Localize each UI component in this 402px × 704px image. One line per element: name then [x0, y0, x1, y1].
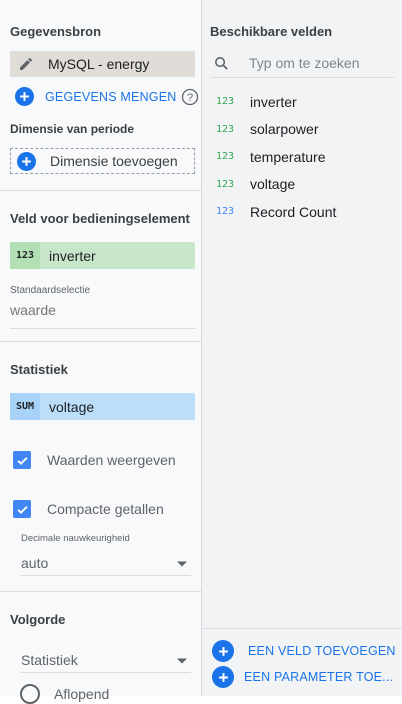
- data-source-name: MySQL - energy: [48, 56, 150, 72]
- aggregation-badge[interactable]: SUM: [10, 393, 40, 420]
- available-field-name: voltage: [250, 176, 296, 193]
- check-icon: [13, 451, 31, 469]
- add-dimension-button[interactable]: Dimensie toevoegen: [10, 148, 195, 174]
- period-dimension-title: Dimensie van periode: [10, 122, 135, 136]
- divider: [0, 190, 201, 191]
- number-type-icon: 123: [216, 178, 235, 190]
- show-values-label: Waarden weergeven: [47, 452, 176, 468]
- divider: [0, 591, 201, 592]
- decimal-precision-label: Decimale nauwkeurigheid: [21, 533, 130, 544]
- available-fields-panel: Beschikbare velden Typ om te zoeken 123 i…: [202, 0, 402, 696]
- check-icon: [13, 500, 31, 518]
- properties-panel: Gegevensbron MySQL - energy GEGEVENS MEN…: [0, 0, 202, 704]
- add-parameter-label: EEN PARAMETER TOE...: [244, 670, 394, 684]
- search-placeholder: Typ om te zoeken: [249, 55, 360, 71]
- number-type-icon: 123: [216, 206, 235, 218]
- available-field-name: Record Count: [250, 203, 337, 220]
- number-type-icon: 123: [216, 123, 235, 135]
- default-selection-placeholder: waarde: [10, 302, 56, 318]
- search-icon: [213, 55, 230, 72]
- dropdown-arrow-icon: [177, 651, 187, 669]
- field-list: 123 inverter 123 solarpower 123 temperature 12…: [216, 88, 396, 226]
- order-select-value: Statistiek: [21, 651, 78, 668]
- descending-radio[interactable]: Aflopend: [20, 684, 109, 704]
- number-type-icon: 123: [216, 151, 235, 163]
- blend-data-label: GEGEVENS MENGEN: [45, 89, 177, 104]
- compact-numbers-label: Compacte getallen: [47, 501, 164, 517]
- available-field-item[interactable]: 123 Record Count: [216, 198, 396, 226]
- dropdown-arrow-icon: [177, 554, 187, 572]
- svg-text:?: ?: [186, 92, 192, 104]
- blend-data-button[interactable]: GEGEVENS MENGEN ?: [15, 87, 199, 106]
- available-field-item[interactable]: 123 solarpower: [216, 116, 396, 144]
- available-field-name: inverter: [250, 93, 297, 110]
- add-field-button[interactable]: EEN VELD TOEVOEGEN: [212, 640, 396, 662]
- add-field-label: EEN VELD TOEVOEGEN: [248, 644, 396, 658]
- metric-field-name: voltage: [49, 398, 95, 415]
- add-parameter-button[interactable]: EEN PARAMETER TOE...: [212, 666, 393, 688]
- add-dimension-label: Dimensie toevoegen: [50, 153, 178, 169]
- divider: [0, 341, 201, 342]
- number-type-icon: 123: [10, 242, 40, 269]
- radio-icon: [20, 684, 40, 704]
- default-selection-input[interactable]: waarde: [10, 302, 195, 329]
- pencil-icon[interactable]: [10, 56, 42, 72]
- control-field-chip[interactable]: 123 inverter: [10, 242, 195, 269]
- available-field-item[interactable]: 123 temperature: [216, 143, 396, 171]
- metric-chip[interactable]: SUM voltage: [10, 393, 195, 420]
- descending-label: Aflopend: [54, 686, 110, 702]
- plus-icon: [17, 151, 36, 171]
- compact-numbers-checkbox[interactable]: Compacte getallen: [13, 500, 164, 518]
- available-fields-title: Beschikbare velden: [210, 24, 333, 39]
- statistic-title: Statistiek: [10, 362, 68, 377]
- decimal-precision-select[interactable]: auto: [21, 550, 191, 576]
- available-field-name: temperature: [250, 148, 326, 165]
- control-field-name: inverter: [49, 247, 96, 264]
- show-values-checkbox[interactable]: Waarden weergeven: [13, 451, 176, 469]
- available-field-name: solarpower: [250, 121, 319, 138]
- data-source-chip[interactable]: MySQL - energy: [10, 51, 195, 77]
- default-selection-label: Standaardselectie: [10, 285, 91, 296]
- help-icon[interactable]: ?: [181, 88, 199, 106]
- decimal-precision-value: auto: [21, 554, 49, 571]
- plus-icon: [212, 666, 234, 688]
- plus-icon: [15, 87, 34, 106]
- available-field-item[interactable]: 123 inverter: [216, 88, 396, 116]
- plus-icon: [212, 640, 234, 662]
- divider: [0, 432, 201, 446]
- number-type-icon: 123: [216, 96, 235, 108]
- divider: [202, 628, 402, 629]
- available-field-item[interactable]: 123 voltage: [216, 171, 396, 199]
- field-search-input[interactable]: Typ om te zoeken: [210, 49, 394, 78]
- order-select[interactable]: Statistiek: [21, 647, 191, 673]
- control-field-title: Veld voor bedieningselement: [10, 211, 190, 226]
- order-title: Volgorde: [10, 612, 66, 627]
- data-source-title: Gegevensbron: [10, 24, 102, 39]
